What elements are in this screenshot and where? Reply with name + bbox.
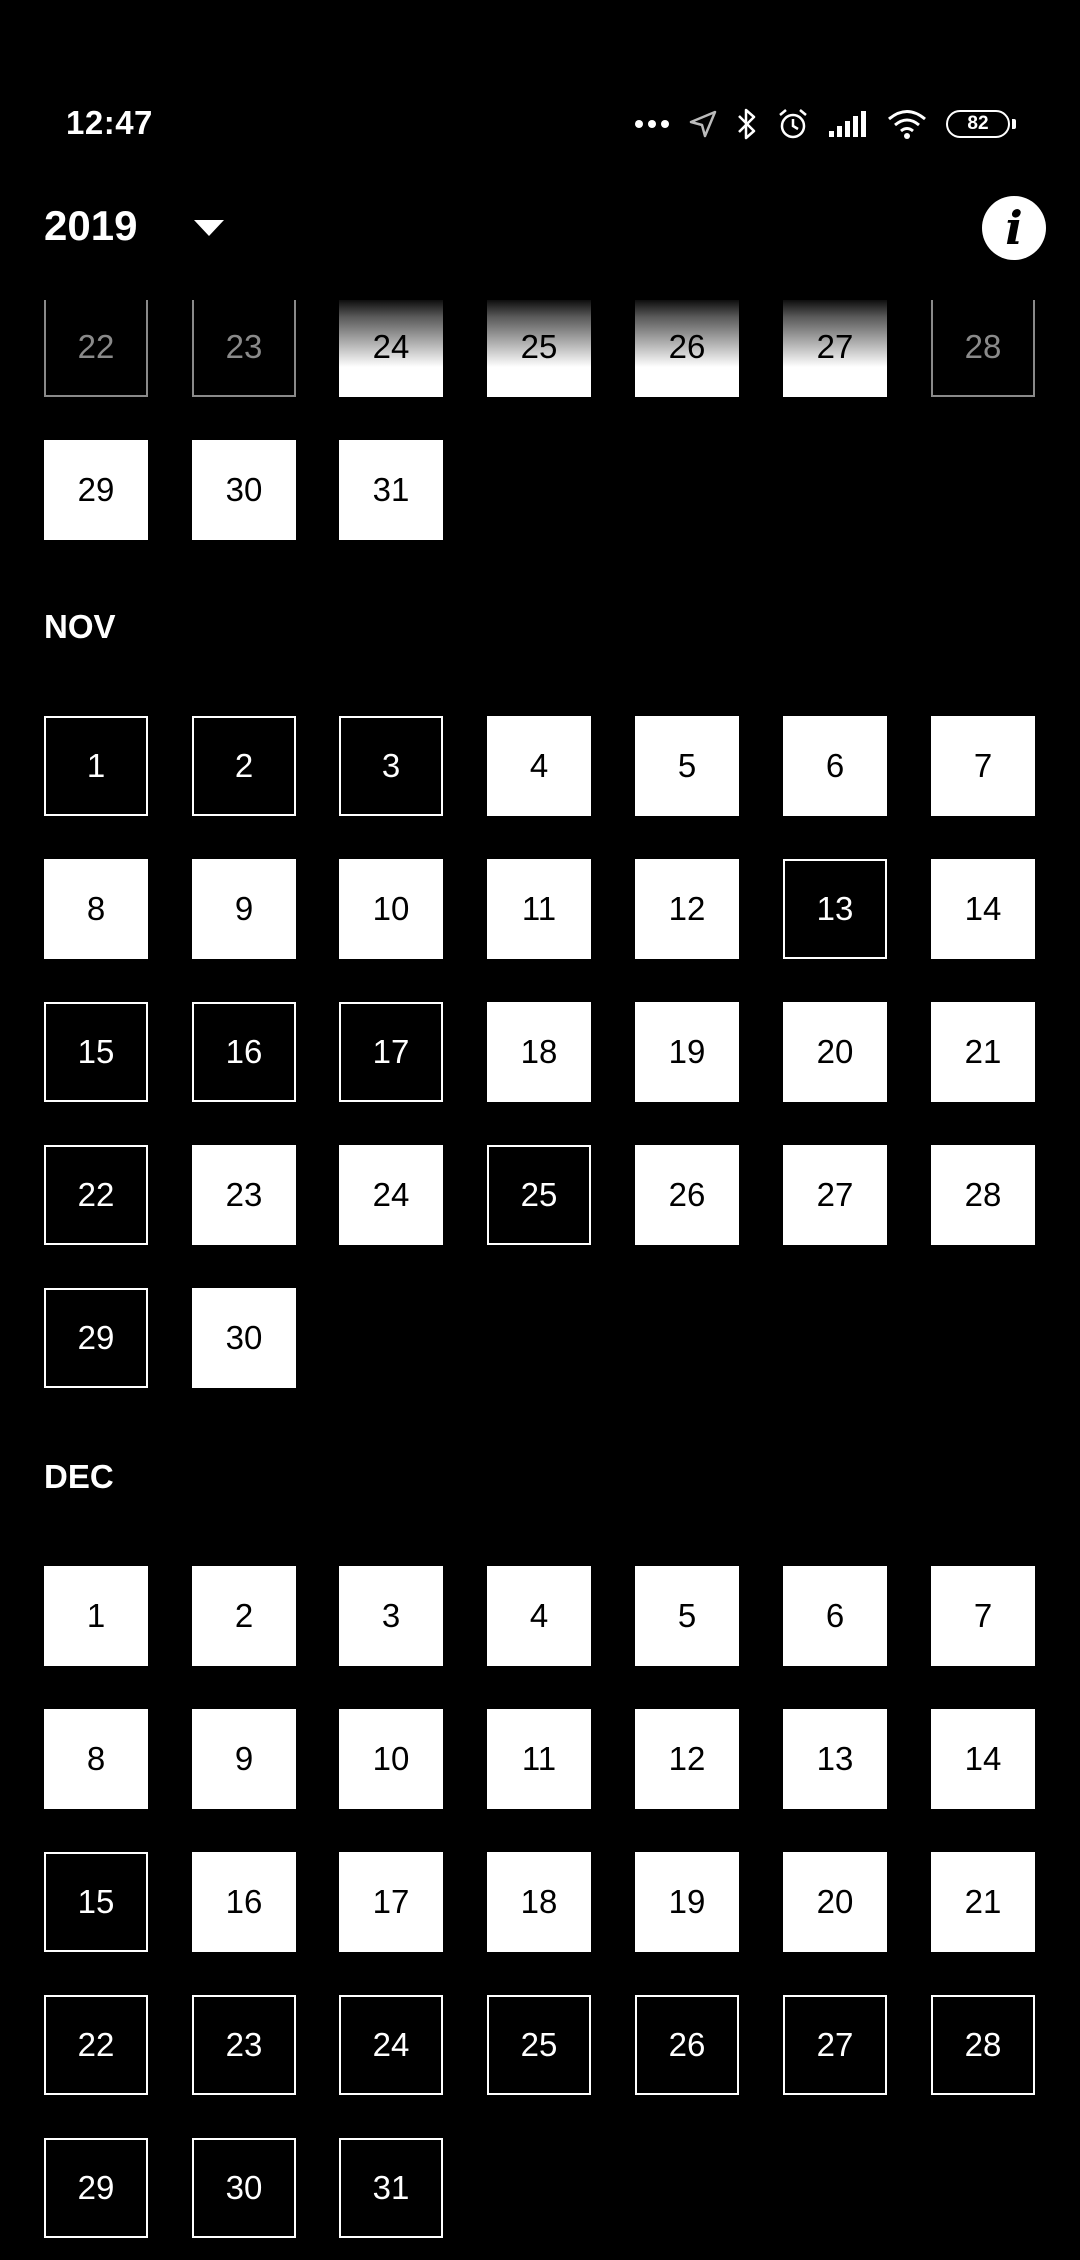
alarm-icon — [779, 109, 807, 139]
day-cell[interactable]: 22 — [44, 1995, 148, 2095]
day-cell[interactable]: 13 — [783, 859, 887, 959]
day-cell[interactable]: 9 — [192, 859, 296, 959]
info-icon: i — [1005, 201, 1023, 255]
day-cell[interactable]: 23 — [192, 1145, 296, 1245]
day-cell[interactable]: 26 — [635, 1145, 739, 1245]
day-cell[interactable]: 29 — [44, 440, 148, 540]
wifi-icon — [888, 110, 926, 139]
day-cell[interactable]: 30 — [192, 2138, 296, 2238]
day-cell[interactable]: 31 — [339, 440, 443, 540]
year-header: 2019 — [0, 190, 1080, 270]
day-cell[interactable]: 6 — [783, 1566, 887, 1666]
day-cell[interactable]: 18 — [487, 1852, 591, 1952]
day-cell[interactable]: 3 — [339, 1566, 443, 1666]
day-cell[interactable]: 23 — [192, 300, 296, 397]
day-cell[interactable]: 12 — [635, 1709, 739, 1809]
day-cell[interactable]: 22 — [44, 300, 148, 397]
location-arrow-icon — [689, 110, 717, 138]
day-cell[interactable]: 27 — [783, 300, 887, 397]
day-cell[interactable]: 25 — [487, 1145, 591, 1245]
day-cell[interactable]: 20 — [783, 1852, 887, 1952]
day-cell[interactable]: 30 — [192, 440, 296, 540]
day-cell[interactable]: 29 — [44, 1288, 148, 1388]
day-cell[interactable]: 21 — [931, 1002, 1035, 1102]
status-icons: 82 — [634, 104, 1016, 144]
day-cell[interactable]: 7 — [931, 1566, 1035, 1666]
day-cell[interactable]: 4 — [487, 716, 591, 816]
month-label: NOV — [44, 608, 116, 645]
day-cell[interactable]: 17 — [339, 1002, 443, 1102]
day-cell[interactable]: 5 — [635, 1566, 739, 1666]
day-cell[interactable]: 20 — [783, 1002, 887, 1102]
battery-level: 82 — [967, 113, 989, 134]
bluetooth-icon — [738, 108, 756, 140]
day-cell[interactable]: 4 — [487, 1566, 591, 1666]
day-cell[interactable]: 27 — [783, 1995, 887, 2095]
day-cell[interactable]: 19 — [635, 1002, 739, 1102]
battery-icon: 82 — [946, 110, 1016, 138]
day-cell[interactable]: 3 — [339, 716, 443, 816]
day-cell[interactable]: 8 — [44, 859, 148, 959]
day-cell[interactable]: 26 — [635, 1995, 739, 2095]
day-cell[interactable]: 27 — [783, 1145, 887, 1245]
day-cell[interactable]: 10 — [339, 1709, 443, 1809]
day-cell[interactable]: 12 — [635, 859, 739, 959]
day-cell[interactable]: 16 — [192, 1852, 296, 1952]
day-cell[interactable]: 9 — [192, 1709, 296, 1809]
day-cell[interactable]: 17 — [339, 1852, 443, 1952]
day-cell[interactable]: 28 — [931, 1145, 1035, 1245]
day-cell[interactable]: 15 — [44, 1002, 148, 1102]
day-cell[interactable]: 28 — [931, 1995, 1035, 2095]
day-cell[interactable]: 8 — [44, 1709, 148, 1809]
day-cell[interactable]: 10 — [339, 859, 443, 959]
year-selector[interactable]: 2019 — [44, 202, 137, 250]
day-cell[interactable]: 28 — [931, 300, 1035, 397]
day-cell[interactable]: 13 — [783, 1709, 887, 1809]
more-dots-icon — [635, 120, 669, 128]
day-cell[interactable]: 23 — [192, 1995, 296, 2095]
day-cell[interactable]: 7 — [931, 716, 1035, 816]
day-cell[interactable]: 25 — [487, 1995, 591, 2095]
status-bar: 12:47 82 — [0, 0, 1080, 170]
calendar-scroll[interactable]: 22 23 24 25 26 27 28 29 30 31 NOV 1 2 3 4 5 6 7 8 9 10 11 12 13… — [0, 300, 1080, 2260]
day-cell[interactable]: 31 — [339, 2138, 443, 2238]
day-cell[interactable]: 29 — [44, 2138, 148, 2238]
day-cell[interactable]: 2 — [192, 1566, 296, 1666]
day-cell[interactable]: 16 — [192, 1002, 296, 1102]
day-cell[interactable]: 24 — [339, 1995, 443, 2095]
day-cell[interactable]: 11 — [487, 859, 591, 959]
status-time: 12:47 — [66, 104, 153, 141]
day-cell[interactable]: 11 — [487, 1709, 591, 1809]
day-cell[interactable]: 1 — [44, 716, 148, 816]
day-cell[interactable]: 30 — [192, 1288, 296, 1388]
day-cell[interactable]: 21 — [931, 1852, 1035, 1952]
day-cell[interactable]: 5 — [635, 716, 739, 816]
day-cell[interactable]: 15 — [44, 1852, 148, 1952]
signal-icon — [829, 111, 866, 137]
day-cell[interactable]: 25 — [487, 300, 591, 397]
day-cell[interactable]: 14 — [931, 1709, 1035, 1809]
day-cell[interactable]: 22 — [44, 1145, 148, 1245]
day-cell[interactable]: 2 — [192, 716, 296, 816]
day-cell[interactable]: 1 — [44, 1566, 148, 1666]
day-cell[interactable]: 24 — [339, 300, 443, 397]
calendar-grid: 22 23 24 25 26 27 28 29 30 31 NOV 1 2 3 4 5 6 7 8 9 10 11 12 13… — [0, 300, 1080, 2260]
day-cell[interactable]: 19 — [635, 1852, 739, 1952]
info-button[interactable]: i — [982, 196, 1046, 260]
day-cell[interactable]: 14 — [931, 859, 1035, 959]
day-cell[interactable]: 18 — [487, 1002, 591, 1102]
month-label: DEC — [44, 1458, 114, 1495]
day-cell[interactable]: 26 — [635, 300, 739, 397]
day-cell[interactable]: 6 — [783, 716, 887, 816]
caret-down-icon[interactable] — [194, 218, 224, 238]
day-cell[interactable]: 24 — [339, 1145, 443, 1245]
